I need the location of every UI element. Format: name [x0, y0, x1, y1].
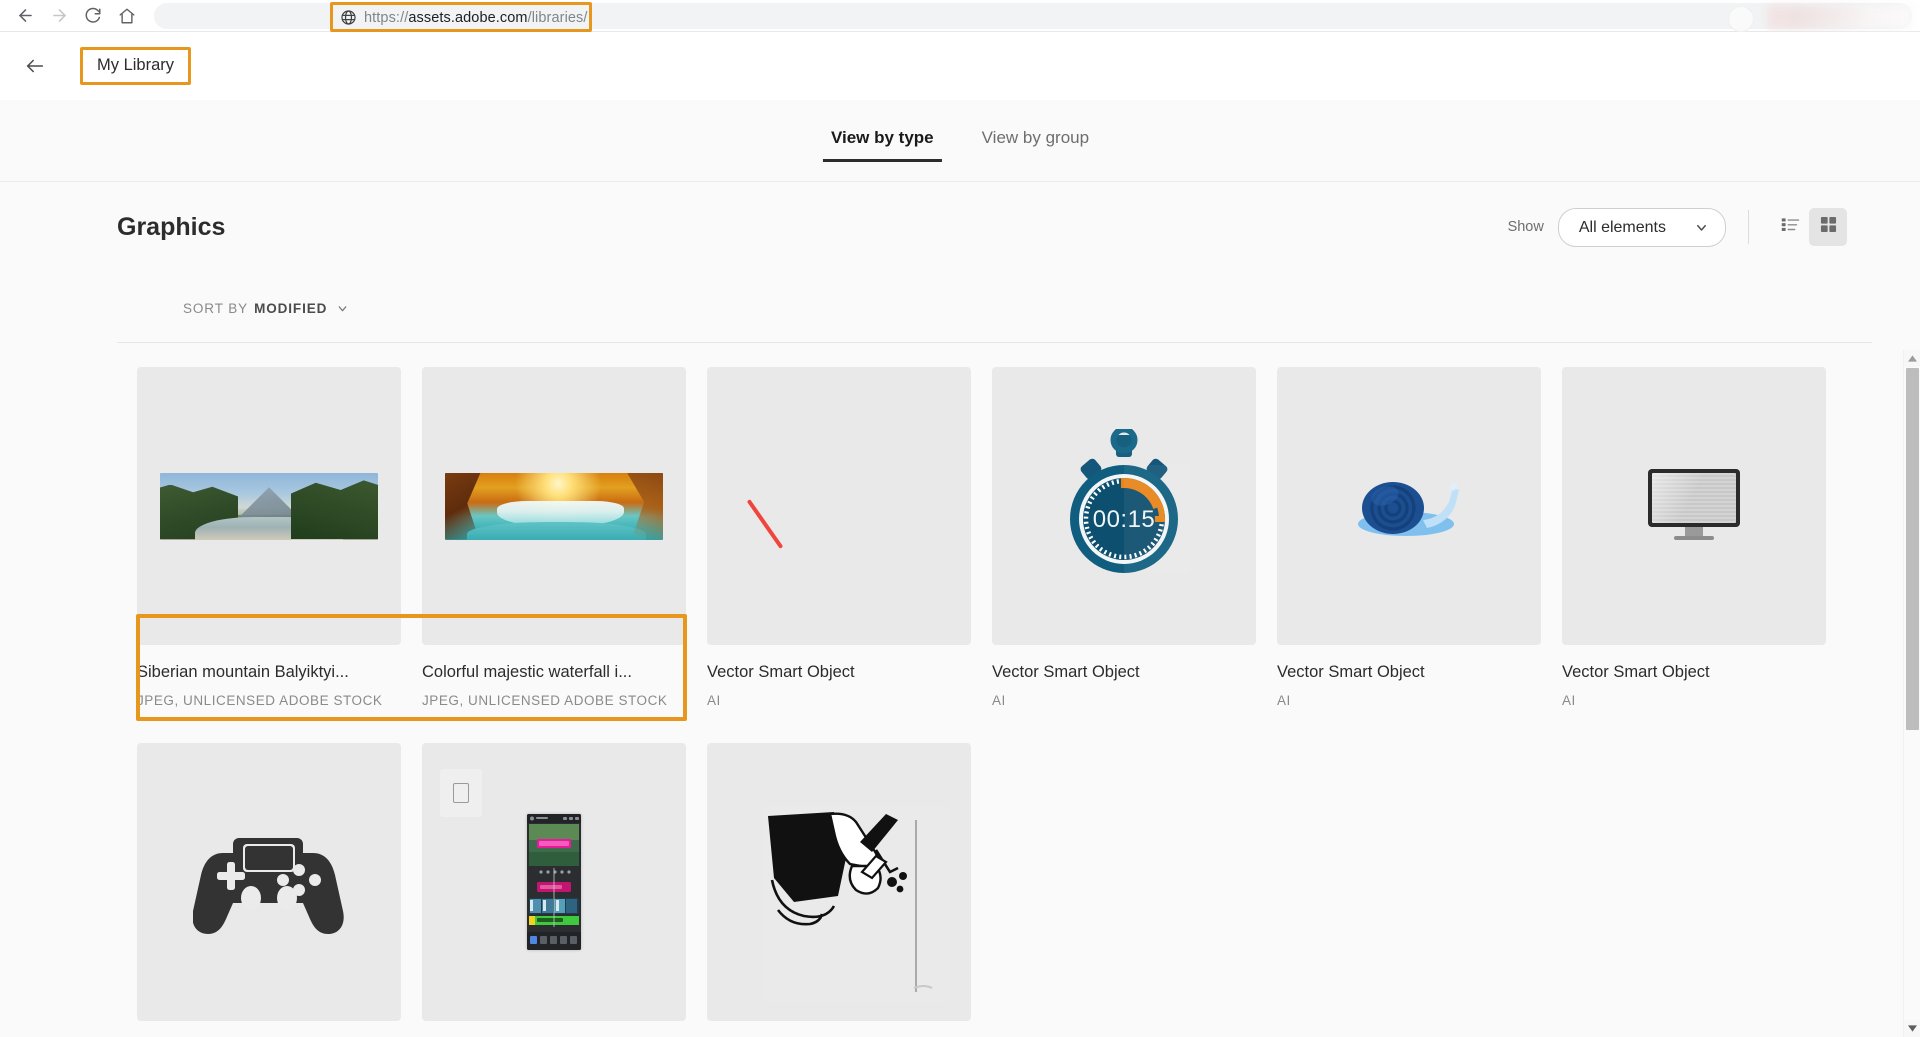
asset-card[interactable]: Colorful majestic waterfall i... JPEG, U… [422, 367, 686, 709]
svg-text:00:15: 00:15 [1093, 506, 1156, 533]
url-domain: assets.adobe.com [408, 9, 528, 26]
grid-row-gap [992, 709, 1256, 743]
asset-meta: JPEG, UNLICENSED ADOBE STOCK [422, 693, 668, 708]
sort-bar: SORT BY MODIFIED [117, 282, 1847, 334]
sort-control[interactable]: SORT BY MODIFIED [183, 300, 349, 317]
my-library-button-label: My Library [97, 56, 175, 74]
asset-card[interactable] [707, 743, 971, 1021]
asset-title: Vector Smart Object [1277, 663, 1425, 681]
scrollbar-thumb[interactable] [1906, 368, 1919, 730]
asset-thumbnail[interactable] [137, 367, 401, 645]
chevron-down-icon [1694, 220, 1709, 235]
asset-thumbnail[interactable] [1277, 367, 1541, 645]
asset-meta: JPEG, UNLICENSED ADOBE STOCK [137, 693, 383, 708]
page-title: Graphics [117, 213, 226, 241]
asset-meta: AI [992, 693, 1006, 708]
section-header: Graphics Show All elements [117, 202, 1847, 252]
asset-meta: AI [707, 693, 721, 708]
asset-title: Vector Smart Object [707, 663, 855, 681]
asset-card[interactable]: Siberian mountain Balyiktyi... JPEG, UNL… [137, 367, 401, 709]
my-library-button[interactable]: My Library [80, 47, 192, 85]
browser-reload-button[interactable] [76, 0, 110, 32]
browser-back-button[interactable] [8, 0, 42, 32]
address-bar-url: https://assets.adobe.com/libraries/ [364, 9, 588, 27]
snail-icon [1349, 462, 1469, 551]
grid-row-gap [422, 709, 686, 743]
asset-card[interactable]: Vector Smart Object AI [1277, 367, 1541, 709]
sort-by-value: MODIFIED [254, 300, 328, 316]
scroll-up-icon[interactable] [1904, 350, 1920, 367]
grid-view-toggle[interactable] [1809, 208, 1847, 246]
url-path: /libraries/ [527, 9, 588, 26]
phone-video-editor-icon [527, 814, 581, 950]
asset-card[interactable] [422, 743, 686, 1021]
monitor-icon [1648, 469, 1740, 543]
sort-by-prefix: SORT BY [183, 300, 249, 316]
url-scheme: https:// [364, 9, 409, 26]
asset-meta: AI [1277, 693, 1291, 708]
tab-view-by-group[interactable]: View by group [974, 128, 1097, 162]
browser-toolbar: https://assets.adobe.com/libraries/ [0, 0, 1920, 32]
mountain-photo-icon [160, 472, 378, 540]
asset-thumbnail[interactable] [137, 743, 401, 1021]
asset-title: Siberian mountain Balyiktyi... [137, 663, 349, 681]
filter-select-value: All elements [1578, 218, 1666, 236]
gamepad-icon [192, 828, 345, 936]
redacted-region [1767, 4, 1912, 29]
globe-icon [340, 9, 357, 26]
section-controls: Show All elements [1507, 207, 1847, 247]
list-view-toggle[interactable] [1771, 208, 1809, 246]
tab-view-by-type-label: View by type [830, 128, 934, 147]
checkbox-placeholder-icon [440, 769, 482, 817]
asset-card[interactable]: Vector Smart Object AI [1562, 367, 1826, 709]
browser-address-bar[interactable]: https://assets.adobe.com/libraries/ [154, 2, 1912, 32]
tab-view-by-type[interactable]: View by type [822, 128, 942, 162]
show-label: Show [1507, 219, 1544, 235]
scroll-down-icon[interactable] [1904, 1020, 1920, 1037]
view-tabs-bar: View by type View by group [0, 100, 1920, 182]
controls-divider [1748, 210, 1749, 244]
asset-grid-viewport: Siberian mountain Balyiktyi... JPEG, UNL… [0, 350, 1847, 1037]
grid-row-gap [1277, 709, 1541, 743]
asset-thumbnail[interactable]: 00:15 [992, 367, 1256, 645]
grid-row-gap [1562, 709, 1826, 743]
asset-title: Colorful majestic waterfall i... [422, 663, 632, 681]
filter-select[interactable]: All elements [1557, 207, 1726, 247]
asset-thumbnail[interactable] [422, 743, 686, 1021]
asset-grid: Siberian mountain Balyiktyi... JPEG, UNL… [137, 367, 1827, 1021]
app-header: My Library [0, 32, 1920, 100]
asset-thumbnail[interactable] [707, 367, 971, 645]
tab-view-by-group-label: View by group [981, 128, 1090, 147]
chevron-down-icon [336, 302, 349, 315]
list-view-icon [1780, 214, 1801, 240]
grid-view-icon [1818, 214, 1839, 240]
red-diagonal-line-icon [746, 499, 784, 549]
grid-row-gap [137, 709, 401, 743]
waterfall-photo-icon [445, 472, 663, 540]
asset-card[interactable]: 00:15 Vector Smart Object AI [992, 367, 1256, 709]
asset-card[interactable] [137, 743, 401, 1021]
page-scrollbar[interactable] [1903, 350, 1920, 1037]
browser-forward-button[interactable] [42, 0, 76, 32]
browser-home-button[interactable] [110, 0, 144, 32]
asset-meta: AI [1562, 693, 1576, 708]
asset-title: Vector Smart Object [1562, 663, 1710, 681]
asset-thumbnail[interactable] [422, 367, 686, 645]
profile-avatar[interactable] [1728, 5, 1754, 32]
grid-row-gap [707, 709, 971, 743]
asset-thumbnail[interactable] [1562, 367, 1826, 645]
asset-title: Vector Smart Object [992, 663, 1140, 681]
hand-sketch-icon [764, 806, 950, 1002]
app-back-button[interactable] [20, 51, 50, 81]
asset-card[interactable]: Vector Smart Object AI [707, 367, 971, 709]
content-panel: Graphics Show All elements SORT BY MODIF… [0, 182, 1920, 1037]
asset-thumbnail[interactable] [707, 743, 971, 1021]
section-divider [117, 342, 1872, 343]
stopwatch-icon: 00:15 [1058, 426, 1190, 584]
